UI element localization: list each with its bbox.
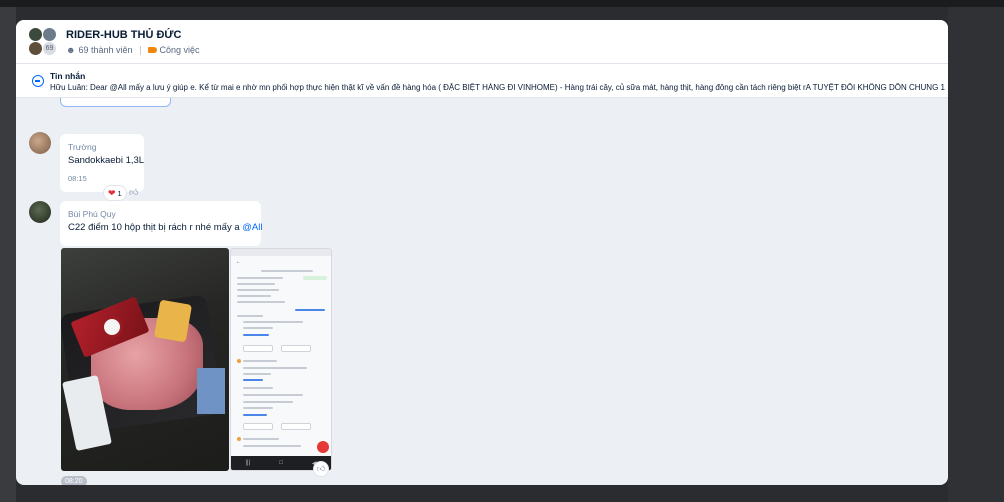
- reaction-count: 1: [117, 188, 122, 198]
- tag-icon: [147, 47, 157, 53]
- window-top-strip: [0, 0, 1004, 7]
- message-body: C22 điểm 10 hộp thịt bị rách r nhé mấy a: [68, 222, 243, 233]
- person-icon: ☻: [66, 45, 76, 55]
- divider: [139, 45, 141, 55]
- background-right: [948, 7, 1004, 502]
- screenshot-marker: [237, 359, 241, 363]
- pinned-text: Hữu Luân: Dear @All mấy a lưu ý giúp e. …: [50, 83, 946, 92]
- sender-avatar[interactable]: [29, 132, 51, 154]
- pinned-title: Tin nhắn: [50, 71, 86, 81]
- sender-avatar[interactable]: [29, 201, 51, 223]
- group-title[interactable]: RIDER-HUB THỦ ĐỨC: [66, 29, 181, 41]
- reaction-badge[interactable]: ❤ 1: [104, 186, 126, 200]
- photo-blue-item: [197, 368, 225, 414]
- sender-name: Trường: [68, 142, 97, 152]
- group-meta: ☻ 69 thành viên Công việc: [66, 45, 200, 55]
- photo-logo: [101, 316, 123, 338]
- image-time: 08:20: [61, 476, 87, 485]
- conversation-header: 69 RIDER-HUB THỦ ĐỨC ☻ 69 thành viên Côn…: [16, 20, 948, 64]
- screenshot-line: [243, 401, 293, 403]
- background-left: [0, 7, 16, 502]
- screenshot-status-bar: [231, 249, 331, 256]
- screenshot-line: [243, 373, 271, 375]
- message-bubble[interactable]: Trường Sandokkaebi 1,3L 08:15: [60, 134, 144, 192]
- previous-message-bubble[interactable]: [60, 98, 171, 107]
- screenshot-line: [237, 301, 285, 303]
- screenshot-button: [281, 423, 311, 430]
- chat-window: 69 RIDER-HUB THỦ ĐỨC ☻ 69 thành viên Côn…: [16, 20, 948, 485]
- back-arrow-icon: ←: [236, 259, 241, 265]
- chat-bubble-icon: [32, 75, 44, 87]
- screenshot-line: [243, 445, 301, 447]
- screenshot-line: [237, 277, 283, 279]
- group-avatar[interactable]: 69: [28, 27, 60, 57]
- member-overflow-count: 69: [42, 41, 57, 56]
- member-count[interactable]: 69 thành viên: [78, 45, 132, 55]
- category-tag[interactable]: Công việc: [160, 45, 200, 55]
- screenshot-line: [243, 394, 303, 396]
- screenshot-status-chip: [303, 276, 327, 280]
- message-text: C22 điểm 10 hộp thịt bị rách r nhé mấy a…: [68, 222, 262, 233]
- mention-link[interactable]: @All: [242, 222, 262, 233]
- screenshot-line: [243, 321, 303, 323]
- home-icon: □: [279, 460, 283, 466]
- screenshot-line: [237, 289, 279, 291]
- screenshot-marker: [237, 437, 241, 441]
- screenshot-fab: [317, 441, 329, 453]
- screenshot-link: [243, 379, 263, 381]
- pinned-message-bar[interactable]: Tin nhắn Hữu Luân: Dear @All mấy a lưu ý…: [16, 64, 948, 98]
- message-time: 08:15: [68, 174, 87, 183]
- screenshot-line: [261, 270, 313, 272]
- screenshot-line: [237, 295, 271, 297]
- screenshot-line: [243, 360, 277, 362]
- member-avatar: [42, 27, 57, 42]
- screenshot-line: [243, 367, 307, 369]
- menu-icon: |||: [245, 460, 251, 466]
- screenshot-button: [243, 345, 273, 352]
- message-list[interactable]: Trường Sandokkaebi 1,3L 08:15 ❤ 1 👍︎ Bùi…: [16, 98, 948, 485]
- message-bubble[interactable]: Bùi Phú Quy C22 điểm 10 hộp thịt bị rách…: [60, 201, 262, 246]
- screenshot-line: [243, 387, 273, 389]
- screenshot-line: [243, 407, 273, 409]
- photo-app-screenshot[interactable]: ← ||| □ ◀: [230, 248, 332, 471]
- screenshot-link: [243, 334, 269, 336]
- screenshot-line: [237, 283, 275, 285]
- screenshot-link: [295, 309, 325, 311]
- screenshot-button: [281, 345, 311, 352]
- thumbs-up-icon[interactable]: 👍︎: [314, 462, 328, 476]
- photo-sticker: [153, 299, 193, 343]
- screenshot-link: [243, 414, 267, 416]
- screenshot-line: [243, 327, 273, 329]
- screenshot-line: [237, 315, 263, 317]
- screenshot-button: [243, 423, 273, 430]
- message-text: Sandokkaebi 1,3L: [68, 155, 145, 166]
- thumbs-up-icon[interactable]: 👍︎: [129, 187, 138, 198]
- member-avatar: [28, 27, 43, 42]
- sender-name: Bùi Phú Quy: [68, 209, 116, 219]
- photo-damaged-meat[interactable]: [61, 248, 229, 471]
- screenshot-line: [243, 438, 279, 440]
- member-avatar: [28, 41, 43, 56]
- heart-icon: ❤: [108, 187, 116, 198]
